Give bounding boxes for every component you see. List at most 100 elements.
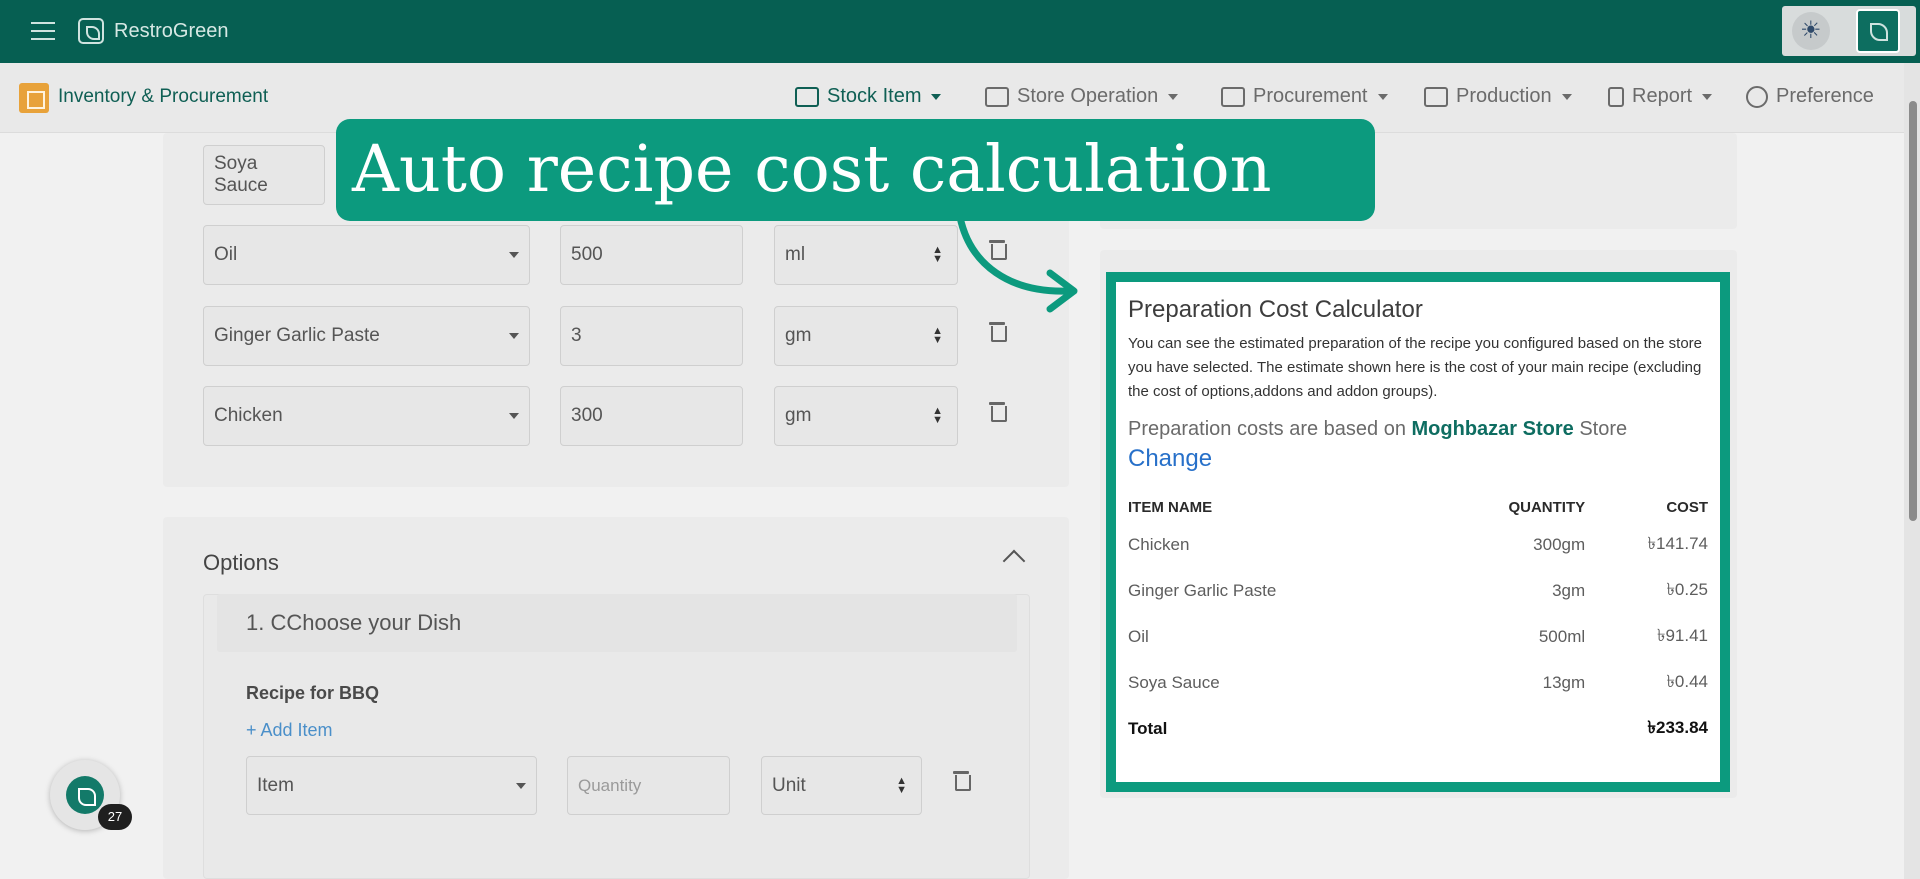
hamburger-menu-icon[interactable] bbox=[31, 22, 55, 42]
store-name: Moghbazar Store bbox=[1411, 418, 1574, 440]
option-quantity-input[interactable]: Quantity bbox=[567, 756, 730, 815]
recipe-item-value: Ginger Garlic Paste bbox=[214, 325, 380, 346]
total-label: Total bbox=[1128, 719, 1168, 738]
option-item-select[interactable]: Item bbox=[246, 756, 537, 815]
cost-table: ITEM NAME QUANTITY COST Chicken 300gm ৳1… bbox=[1128, 499, 1708, 752]
trash-icon[interactable] bbox=[953, 769, 971, 791]
col-item-name: ITEM NAME bbox=[1128, 499, 1213, 516]
nav-production-label: Production bbox=[1456, 85, 1552, 107]
row-item: Soya Sauce bbox=[1128, 673, 1220, 692]
updown-arrows-icon: ▲ ▼ bbox=[932, 405, 943, 426]
callout-arrow-icon bbox=[956, 213, 1078, 313]
table-row: Oil 500ml ৳91.41 bbox=[1128, 614, 1708, 660]
nav-store-operation-label: Store Operation bbox=[1017, 85, 1159, 107]
recipe-for-title: Recipe for BBQ bbox=[246, 683, 380, 703]
option-item-placeholder: Item bbox=[257, 774, 294, 796]
nav-store-operation[interactable]: Store Operation bbox=[985, 85, 1179, 108]
procurement-icon bbox=[1221, 86, 1245, 107]
recipe-item-select[interactable]: Soya Sauce bbox=[203, 145, 325, 205]
recipe-quantity-input[interactable]: 300 bbox=[560, 386, 743, 446]
caret-down-icon bbox=[1561, 93, 1572, 100]
nav-report[interactable]: Report bbox=[1608, 85, 1713, 108]
row-quantity: 500ml bbox=[1538, 627, 1586, 646]
store-suffix: Store bbox=[1579, 418, 1628, 440]
trash-icon[interactable] bbox=[989, 320, 1007, 342]
row-cost: ৳91.41 bbox=[1656, 626, 1708, 645]
recipe-item-value: Chicken bbox=[214, 405, 283, 426]
recipe-item-select[interactable]: Ginger Garlic Paste bbox=[203, 306, 530, 366]
row-cost: ৳0.25 bbox=[1666, 580, 1708, 599]
page-scrollbar[interactable] bbox=[1904, 63, 1920, 879]
option-unit-placeholder: Unit bbox=[772, 774, 806, 796]
table-row: Soya Sauce 13gm ৳0.44 bbox=[1128, 660, 1708, 706]
option-unit-select[interactable]: Unit ▲ ▼ bbox=[761, 756, 922, 815]
row-item: Chicken bbox=[1128, 535, 1190, 554]
table-row: Ginger Garlic Paste 3gm ৳0.25 bbox=[1128, 568, 1708, 614]
total-row: Total ৳233.84 bbox=[1128, 706, 1708, 752]
user-avatar[interactable] bbox=[1792, 12, 1830, 50]
nav-stock-item-label: Stock Item bbox=[827, 85, 922, 107]
table-row: Chicken 300gm ৳141.74 bbox=[1128, 522, 1708, 568]
dropdown-arrow-icon bbox=[509, 333, 519, 339]
store-line: Preparation costs are based on Moghbazar… bbox=[1128, 418, 1708, 441]
total-spacer bbox=[1429, 706, 1585, 752]
caret-down-icon bbox=[1377, 93, 1388, 100]
nav-production[interactable]: Production bbox=[1424, 85, 1572, 108]
production-icon bbox=[1424, 86, 1448, 107]
nav-procurement[interactable]: Procurement bbox=[1221, 85, 1388, 108]
recipe-unit-value: ml bbox=[785, 244, 806, 265]
recipe-item-select[interactable]: Oil bbox=[203, 225, 530, 285]
inventory-module-icon bbox=[19, 83, 49, 113]
gear-icon bbox=[1746, 85, 1768, 108]
col-quantity: QUANTITY bbox=[1508, 499, 1586, 516]
total-value: ৳233.84 bbox=[1647, 718, 1708, 737]
row-item: Ginger Garlic Paste bbox=[1128, 581, 1277, 600]
recipe-quantity-input[interactable]: 3 bbox=[560, 306, 743, 366]
row-quantity: 13gm bbox=[1542, 673, 1586, 692]
recipe-unit-value: gm bbox=[785, 405, 812, 426]
updown-arrows-icon: ▲ ▼ bbox=[932, 244, 943, 265]
recipe-unit-select[interactable]: gm ▲ ▼ bbox=[774, 306, 958, 366]
caret-down-icon bbox=[931, 93, 942, 100]
nav-report-label: Report bbox=[1632, 85, 1693, 107]
store-icon bbox=[985, 86, 1009, 107]
options-title: Options bbox=[203, 550, 279, 575]
recipe-item-value: Oil bbox=[214, 244, 238, 265]
row-cost: ৳0.44 bbox=[1666, 672, 1708, 691]
chat-fab[interactable]: 27 bbox=[50, 760, 132, 830]
calculator-description: You can see the estimated preparation of… bbox=[1128, 335, 1702, 400]
trash-icon[interactable] bbox=[989, 400, 1007, 422]
row-quantity: 300gm bbox=[1533, 535, 1586, 554]
user-menu[interactable] bbox=[1782, 6, 1916, 56]
app-switch-icon[interactable] bbox=[1856, 9, 1900, 53]
list-icon bbox=[795, 86, 819, 107]
top-app-bar: RestroGreen bbox=[0, 0, 1920, 63]
recipe-unit-select[interactable]: ml ▲ ▼ bbox=[774, 225, 958, 285]
nav-preference-label: Preference bbox=[1776, 85, 1874, 107]
row-item: Oil bbox=[1128, 627, 1149, 646]
nav-preference[interactable]: Preference bbox=[1746, 85, 1874, 108]
col-cost: COST bbox=[1666, 499, 1708, 516]
restrogreen-logo-icon bbox=[78, 18, 104, 44]
scrollbar-thumb[interactable] bbox=[1909, 101, 1917, 521]
change-store-link[interactable]: Change bbox=[1128, 445, 1212, 473]
nav-stock-item[interactable]: Stock Item bbox=[795, 85, 942, 108]
preparation-cost-calculator: Preparation Cost Calculator You can see … bbox=[1106, 272, 1730, 792]
add-item-link[interactable]: + Add Item bbox=[246, 720, 333, 741]
option-header[interactable]: 1. CChoose your Dish bbox=[217, 594, 1017, 652]
updown-arrows-icon: ▲ ▼ bbox=[896, 774, 907, 796]
dropdown-arrow-icon bbox=[509, 252, 519, 258]
clipboard-icon bbox=[1608, 86, 1624, 107]
restrogreen-chat-icon bbox=[66, 776, 104, 814]
cost-table-header: ITEM NAME QUANTITY COST bbox=[1128, 499, 1708, 522]
brand-name: RestroGreen bbox=[114, 20, 229, 42]
dropdown-arrow-icon bbox=[509, 413, 519, 419]
dropdown-arrow-icon bbox=[516, 782, 526, 789]
calculator-title: Preparation Cost Calculator bbox=[1128, 296, 1423, 323]
recipe-unit-select[interactable]: gm ▲ ▼ bbox=[774, 386, 958, 446]
feature-callout: Auto recipe cost calculation bbox=[336, 119, 1375, 221]
recipe-quantity-input[interactable]: 500 bbox=[560, 225, 743, 285]
caret-down-icon bbox=[1702, 93, 1713, 100]
recipe-item-select[interactable]: Chicken bbox=[203, 386, 530, 446]
module-title[interactable]: Inventory & Procurement bbox=[58, 86, 268, 108]
